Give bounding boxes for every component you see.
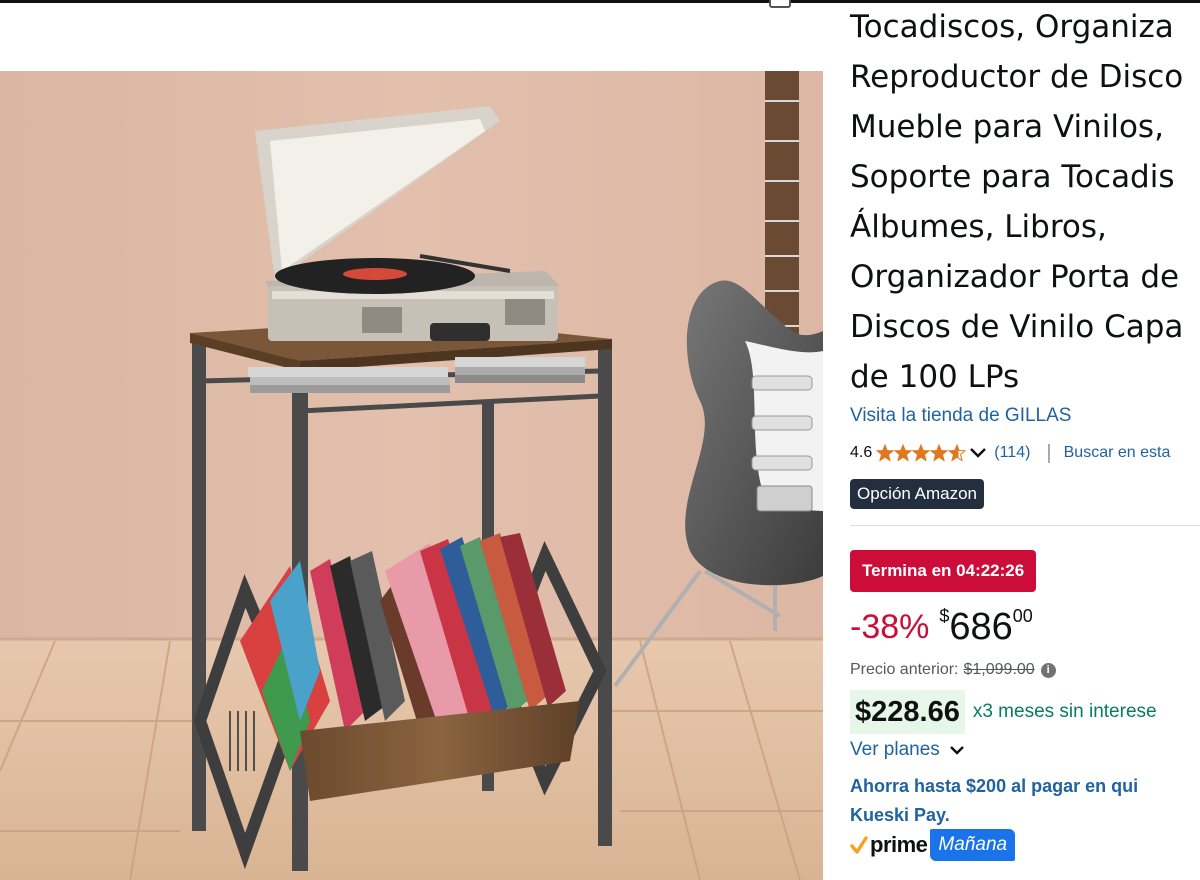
installment-row: $228.66 x3 meses sin interese (850, 690, 1157, 734)
price-row: -38% $ 686 00 (850, 602, 1033, 652)
rating-row: 4.6 (114) | Buscar en esta (850, 441, 1170, 465)
view-plans-link[interactable]: Ver planes (850, 739, 966, 761)
divider (850, 525, 1200, 526)
title-line: Álbumes, Libros, (850, 209, 1107, 245)
title-line: Organizador Porta de (850, 259, 1180, 295)
discount-percent: -38% (850, 608, 930, 646)
kueski-promo-link[interactable]: Ahorra hasta $200 al pagar en qui Kueski… (850, 772, 1200, 830)
currency-symbol: $ (939, 606, 950, 626)
rating-count-link[interactable]: (114) (994, 444, 1030, 462)
separator: | (1046, 441, 1052, 464)
chevron-down-icon[interactable] (968, 444, 988, 462)
window-icon (769, 0, 791, 8)
title-line: de 100 LPs (850, 359, 1020, 395)
search-page-link[interactable]: Buscar en esta (1064, 444, 1171, 462)
price-whole: 686 (949, 606, 1013, 648)
amazon-choice-badge: Opción Amazon (850, 479, 985, 509)
previous-price: $1,099.00 (963, 661, 1035, 678)
chevron-down-icon (949, 746, 964, 755)
star-rating-icon[interactable] (876, 444, 988, 462)
installment-amount: $228.66 (850, 690, 965, 734)
title-line: Tocadiscos, Organiza (850, 9, 1174, 45)
view-plans-label: Ver planes (850, 739, 940, 760)
prime-label: prime (870, 832, 928, 857)
promo-line: Ahorra hasta $200 al pagar en qui (850, 776, 1139, 796)
title-line: Reproductor de Disco (850, 59, 1184, 95)
product-title: Tocadiscos, Organiza Reproductor de Disc… (850, 2, 1200, 402)
store-link[interactable]: Visita la tienda de GILLAS (850, 405, 1071, 427)
title-line: Discos de Vinilo Capa (850, 309, 1184, 345)
title-line: Mueble para Vinilos, (850, 109, 1164, 145)
product-image[interactable] (0, 71, 823, 880)
delivery-day-badge: Mañana (930, 829, 1016, 861)
deal-timer-badge: Termina en 04:22:26 (850, 550, 1037, 592)
product-details: Tocadiscos, Organiza Reproductor de Disc… (850, 0, 1200, 880)
info-icon[interactable]: i (1040, 662, 1056, 678)
installment-text: x3 meses sin interese (972, 701, 1157, 722)
promo-line: Kueski Pay. (850, 805, 950, 825)
price-fraction: 00 (1012, 606, 1033, 626)
rating-value: 4.6 (850, 444, 873, 461)
stars-icon (876, 444, 966, 461)
previous-price-row: Precio anterior: $1,099.00 i (850, 661, 1056, 679)
title-line: Soporte para Tocadis (850, 159, 1175, 195)
previous-price-label: Precio anterior: (850, 661, 959, 678)
prime-delivery: prime Mañana (850, 828, 1016, 862)
prime-check-icon (850, 836, 868, 854)
